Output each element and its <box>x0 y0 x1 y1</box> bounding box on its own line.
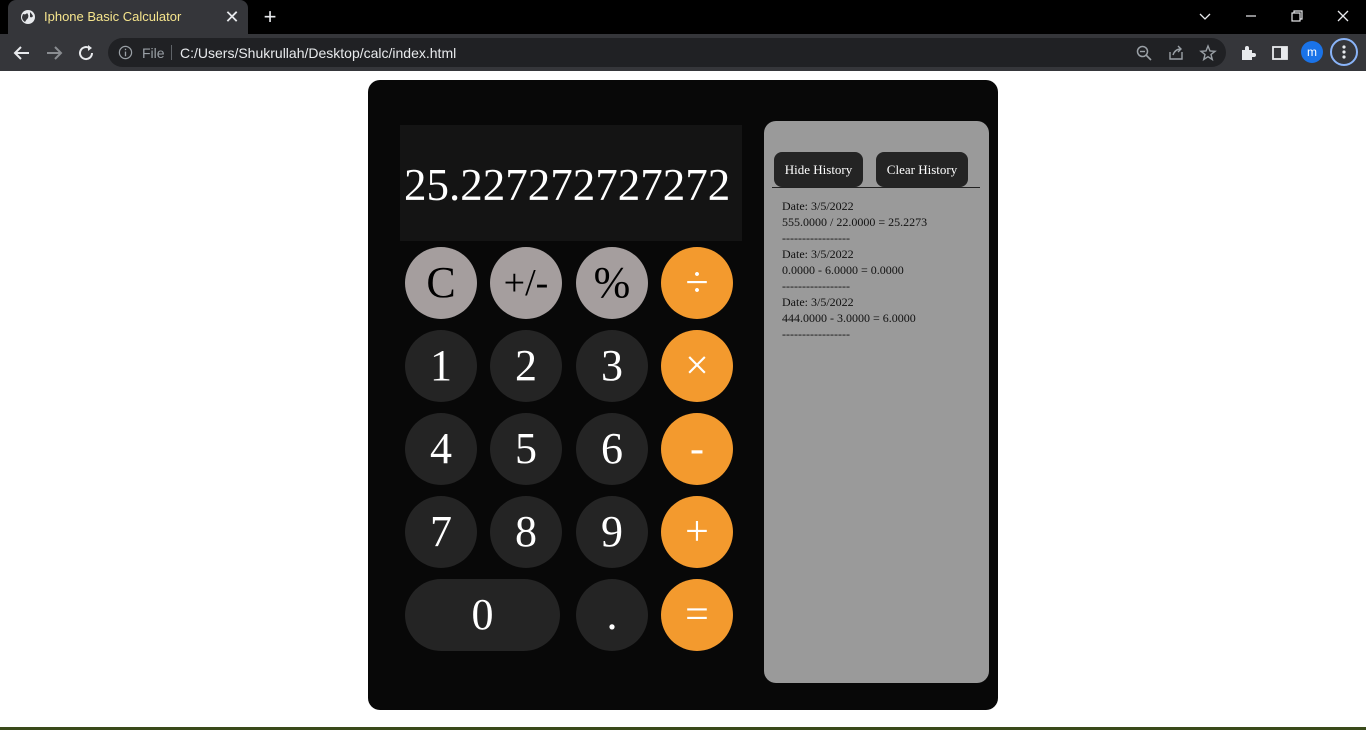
digit-3-key[interactable]: 3 <box>576 330 648 402</box>
close-window-icon[interactable] <box>1328 4 1358 28</box>
side-panel-icon[interactable] <box>1270 43 1290 63</box>
calculator: 25.227272727272 C +/- % ÷ 1 2 3 × 4 5 6 … <box>368 80 998 710</box>
hide-history-button[interactable]: Hide History <box>774 152 863 187</box>
history-panel: Hide History Clear History Date: 3/5/202… <box>764 121 989 683</box>
history-separator: ----------------- <box>782 279 850 293</box>
globe-icon <box>21 10 35 24</box>
history-expression: 555.0000 / 22.0000 = 25.2273 <box>782 215 928 229</box>
history-date: Date: 3/5/2022 <box>782 247 854 261</box>
percent-key[interactable]: % <box>576 247 648 319</box>
tab-search-icon[interactable] <box>1190 4 1220 28</box>
omnibox-divider <box>171 45 172 60</box>
calculator-display: 25.227272727272 <box>400 125 742 241</box>
digit-8-key[interactable]: 8 <box>490 496 562 568</box>
multiply-key[interactable]: × <box>661 330 733 402</box>
forward-icon[interactable] <box>41 40 67 66</box>
digit-1-key[interactable]: 1 <box>405 330 477 402</box>
digit-9-key[interactable]: 9 <box>576 496 648 568</box>
history-date: Date: 3/5/2022 <box>782 199 854 213</box>
browser-toolbar: File C:/Users/Shukrullah/Desktop/calc/in… <box>0 34 1366 71</box>
decimal-key[interactable]: . <box>576 579 648 651</box>
digit-4-key[interactable]: 4 <box>405 413 477 485</box>
extensions-icon[interactable] <box>1238 43 1258 63</box>
info-icon[interactable] <box>118 45 133 60</box>
profile-avatar[interactable]: m <box>1301 41 1323 63</box>
menu-icon[interactable] <box>1330 38 1358 66</box>
digit-0-key[interactable]: 0 <box>405 579 560 651</box>
file-scheme-label: File <box>142 45 165 61</box>
tab-title: Iphone Basic Calculator <box>44 9 182 24</box>
back-icon[interactable] <box>9 40 35 66</box>
history-entry: Date: 3/5/2022 444.0000 - 3.0000 = 6.000… <box>782 294 982 342</box>
digit-5-key[interactable]: 5 <box>490 413 562 485</box>
digit-2-key[interactable]: 2 <box>490 330 562 402</box>
url-text[interactable]: C:/Users/Shukrullah/Desktop/calc/index.h… <box>180 45 456 61</box>
subtract-key[interactable]: - <box>661 413 733 485</box>
history-entry: Date: 3/5/2022 0.0000 - 6.0000 = 0.0000 … <box>782 246 982 294</box>
history-divider <box>772 187 980 188</box>
digit-6-key[interactable]: 6 <box>576 413 648 485</box>
history-date: Date: 3/5/2022 <box>782 295 854 309</box>
browser-tab[interactable]: Iphone Basic Calculator ✕ <box>8 0 248 34</box>
tab-bar: Iphone Basic Calculator ✕ + <box>0 0 1366 34</box>
history-entry: Date: 3/5/2022 555.0000 / 22.0000 = 25.2… <box>782 198 982 246</box>
new-tab-button[interactable]: + <box>258 5 282 29</box>
history-expression: 444.0000 - 3.0000 = 6.0000 <box>782 311 916 325</box>
address-bar[interactable]: File C:/Users/Shukrullah/Desktop/calc/in… <box>108 38 1226 67</box>
history-expression: 0.0000 - 6.0000 = 0.0000 <box>782 263 904 277</box>
zoom-icon[interactable] <box>1135 44 1153 62</box>
bookmark-star-icon[interactable] <box>1199 44 1217 62</box>
display-value: 25.227272727272 <box>404 160 731 210</box>
share-icon[interactable] <box>1167 44 1185 62</box>
clear-history-button[interactable]: Clear History <box>876 152 968 187</box>
digit-7-key[interactable]: 7 <box>405 496 477 568</box>
reload-icon[interactable] <box>73 40 99 66</box>
add-key[interactable]: + <box>661 496 733 568</box>
clear-key[interactable]: C <box>405 247 477 319</box>
history-separator: ----------------- <box>782 327 850 341</box>
minimize-icon[interactable] <box>1236 4 1266 28</box>
equals-key[interactable]: = <box>661 579 733 651</box>
history-list: Date: 3/5/2022 555.0000 / 22.0000 = 25.2… <box>782 198 982 342</box>
divide-key[interactable]: ÷ <box>661 247 733 319</box>
history-separator: ----------------- <box>782 231 850 245</box>
sign-toggle-key[interactable]: +/- <box>490 247 562 319</box>
close-tab-icon[interactable]: ✕ <box>222 7 242 27</box>
restore-icon[interactable] <box>1282 4 1312 28</box>
